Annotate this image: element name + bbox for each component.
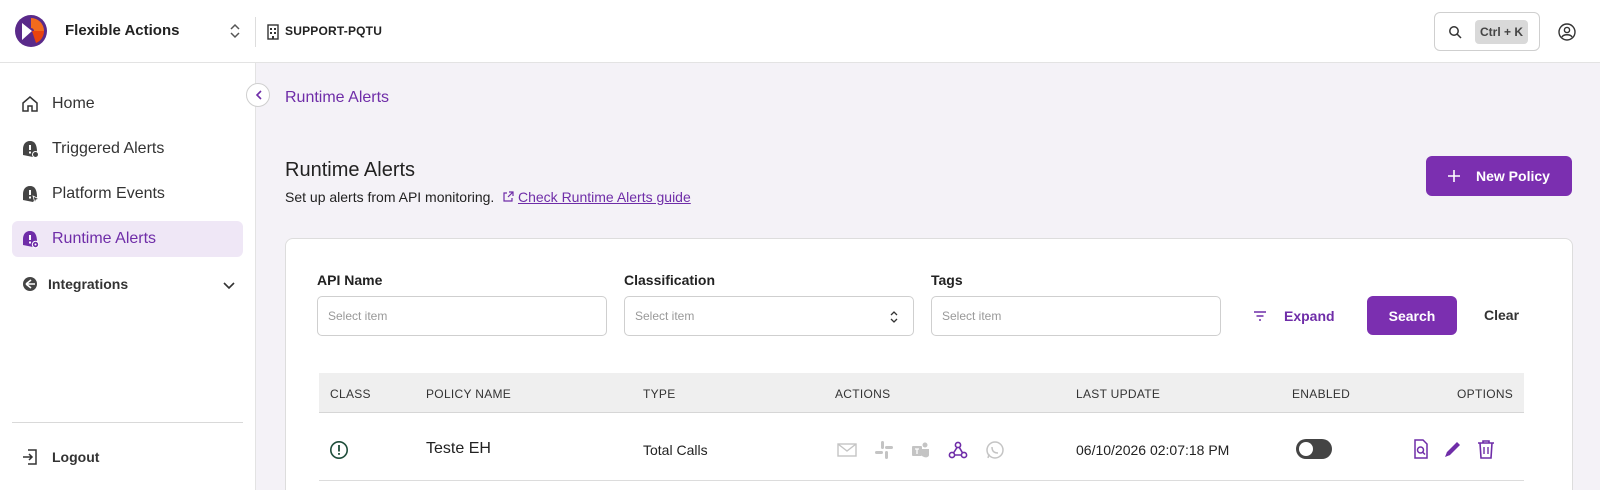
new-policy-label: New Policy	[1476, 168, 1550, 184]
global-search-button[interactable]: Ctrl + K	[1434, 12, 1540, 51]
top-bar: Flexible Actions SUPPORT-PQTU Ctrl + K	[0, 0, 1600, 63]
api-name-input[interactable]	[317, 296, 607, 336]
column-header-type[interactable]: TYPE	[643, 387, 676, 401]
column-header-last-update[interactable]: LAST UPDATE	[1076, 387, 1160, 401]
breadcrumb[interactable]: Runtime Alerts	[285, 89, 389, 107]
clear-button[interactable]: Clear	[1484, 307, 1519, 323]
policy-name[interactable]: Teste EH	[426, 440, 491, 458]
guide-link-text: Check Runtime Alerts guide	[518, 189, 691, 205]
sidebar-item-triggered-alerts[interactable]: Triggered Alerts	[12, 131, 243, 167]
slack-icon	[875, 441, 893, 459]
external-link-icon	[503, 191, 514, 202]
user-account-icon[interactable]	[1558, 23, 1576, 41]
toggle-knob	[1299, 442, 1313, 456]
sidebar-item-label: Integrations	[48, 276, 129, 292]
topbar-divider	[255, 17, 256, 47]
column-header-options: OPTIONS	[1457, 387, 1514, 401]
sidebar-item-platform-events[interactable]: Platform Events	[12, 176, 243, 212]
table-header: CLASS POLICY NAME TYPE ACTIONS LAST UPDA…	[319, 373, 1524, 413]
tags-input[interactable]	[931, 296, 1221, 336]
logout-label: Logout	[52, 449, 100, 465]
sidebar-divider	[12, 422, 243, 423]
delete-trash-icon[interactable]	[1475, 438, 1497, 460]
alert-bell-icon	[23, 141, 39, 158]
column-header-policy-name[interactable]: POLICY NAME	[426, 387, 511, 401]
email-icon	[837, 443, 857, 457]
classification-label: Classification	[624, 272, 716, 288]
view-details-icon[interactable]	[1410, 438, 1432, 460]
integrations-icon	[23, 277, 37, 291]
page-title: Runtime Alerts	[285, 159, 416, 181]
org-name[interactable]: SUPPORT-PQTU	[285, 24, 382, 38]
building-icon	[267, 24, 279, 40]
teams-icon	[912, 442, 929, 458]
last-update-timestamp: 06/10/2026 02:07:18 PM	[1076, 442, 1230, 458]
pointer-event-icon	[23, 186, 40, 204]
page-subtitle: Set up alerts from API monitoring.	[285, 189, 495, 205]
logout-icon	[23, 449, 37, 465]
webhook-icon	[948, 441, 968, 459]
chevron-left-icon	[255, 90, 262, 100]
api-name-label: API Name	[317, 272, 383, 288]
table-row[interactable]: Teste EH Total Calls 06/10/2026 02:07:18…	[319, 413, 1524, 481]
column-header-class[interactable]: CLASS	[330, 387, 371, 401]
app-logo-icon[interactable]	[14, 14, 48, 48]
sidebar-item-label: Home	[52, 95, 95, 112]
expand-label: Expand	[1284, 308, 1335, 324]
sidebar-item-label: Platform Events	[52, 185, 165, 202]
new-policy-button[interactable]: New Policy	[1426, 156, 1572, 196]
classification-select[interactable]	[624, 296, 914, 336]
search-button[interactable]: Search	[1367, 296, 1457, 335]
sidebar-item-label: Triggered Alerts	[52, 140, 165, 157]
column-header-enabled: ENABLED	[1292, 387, 1351, 401]
tags-label: Tags	[931, 272, 963, 288]
exclamation-circle-icon	[330, 441, 348, 459]
sidebar-collapse-button[interactable]	[246, 83, 270, 107]
enabled-toggle[interactable]	[1296, 439, 1332, 459]
column-header-actions: ACTIONS	[835, 387, 891, 401]
plus-icon	[1448, 170, 1460, 182]
sidebar-item-label: Runtime Alerts	[52, 230, 157, 247]
home-icon	[22, 96, 38, 112]
sidebar-item-runtime-alerts[interactable]: Runtime Alerts	[12, 221, 243, 257]
sidebar: Home Triggered Alerts Platform Events Ru…	[0, 63, 256, 490]
logout-button[interactable]: Logout	[12, 439, 243, 473]
edit-pencil-icon[interactable]	[1442, 438, 1464, 460]
sidebar-item-integrations[interactable]: Integrations	[12, 266, 243, 302]
app-switch-chevron-icon[interactable]	[228, 22, 242, 40]
runtime-alerts-guide-link[interactable]: Check Runtime Alerts guide	[502, 189, 691, 205]
filter-icon	[1254, 311, 1266, 321]
search-icon	[1449, 26, 1462, 39]
whatsapp-icon	[986, 441, 1004, 459]
chevron-down-icon[interactable]	[222, 278, 236, 292]
runtime-alert-icon	[23, 231, 40, 249]
policy-type: Total Calls	[643, 442, 708, 458]
search-shortcut-badge: Ctrl + K	[1475, 20, 1528, 44]
sidebar-item-home[interactable]: Home	[12, 86, 243, 122]
app-name: Flexible Actions	[65, 22, 180, 39]
